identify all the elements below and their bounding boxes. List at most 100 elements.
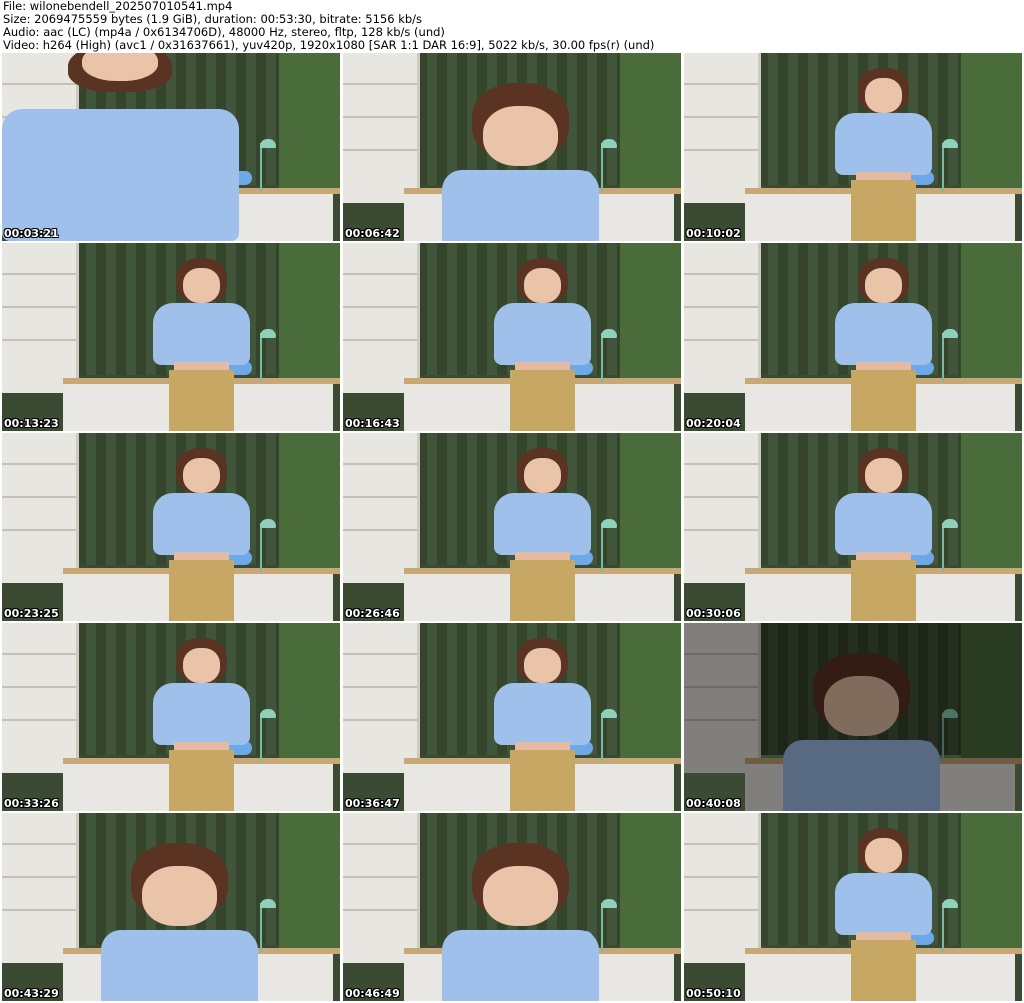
green-wall bbox=[620, 243, 681, 384]
video-frame-image bbox=[2, 53, 340, 241]
lamp-head bbox=[941, 139, 958, 149]
green-wall bbox=[279, 433, 340, 574]
green-wall bbox=[961, 243, 1022, 384]
green-wall bbox=[961, 623, 1022, 764]
person bbox=[826, 828, 941, 1001]
person bbox=[144, 638, 259, 811]
person bbox=[428, 832, 614, 1001]
video-frame-image bbox=[343, 243, 681, 431]
lamp bbox=[260, 143, 272, 193]
timestamp-label: 00:30:06 bbox=[686, 607, 741, 620]
thumbnail-frame[interactable]: 00:46:49 bbox=[343, 813, 681, 1001]
person bbox=[485, 448, 600, 621]
timestamp-label: 00:33:26 bbox=[4, 797, 59, 810]
timestamp-label: 00:16:43 bbox=[345, 417, 400, 430]
thumbnail-frame[interactable]: 00:43:29 bbox=[2, 813, 340, 1001]
thumbnail-frame[interactable]: 00:03:21 bbox=[2, 53, 340, 241]
video-frame-image bbox=[2, 623, 340, 811]
thumbnail-frame[interactable]: 00:13:23 bbox=[2, 243, 340, 431]
shelf bbox=[684, 53, 762, 204]
video-frame-image bbox=[684, 243, 1022, 431]
thumbnail-frame[interactable]: 00:10:02 bbox=[684, 53, 1022, 241]
shelf bbox=[684, 243, 762, 394]
lamp-head bbox=[600, 329, 617, 339]
shelf bbox=[684, 813, 762, 964]
video-frame-image bbox=[2, 433, 340, 621]
green-wall bbox=[961, 53, 1022, 194]
timestamp-label: 00:50:10 bbox=[686, 987, 741, 1000]
shelf bbox=[684, 623, 762, 774]
thumbnail-frame[interactable]: 00:23:25 bbox=[2, 433, 340, 621]
lamp bbox=[601, 713, 613, 763]
lamp-head bbox=[259, 709, 276, 719]
green-wall bbox=[279, 623, 340, 764]
thumbnail-frame[interactable]: 00:26:46 bbox=[343, 433, 681, 621]
shelf bbox=[343, 623, 421, 774]
video-frame-image bbox=[343, 623, 681, 811]
lamp bbox=[601, 523, 613, 573]
person bbox=[144, 448, 259, 621]
video-info-line: Video: h264 (High) (avc1 / 0x31637661), … bbox=[3, 39, 655, 52]
person bbox=[485, 258, 600, 431]
thumbnail-frame[interactable]: 00:20:04 bbox=[684, 243, 1022, 431]
timestamp-label: 00:26:46 bbox=[345, 607, 400, 620]
thumbnail-frame[interactable]: 00:33:26 bbox=[2, 623, 340, 811]
green-wall bbox=[620, 433, 681, 574]
timestamp-label: 00:46:49 bbox=[345, 987, 400, 1000]
video-frame-image bbox=[2, 243, 340, 431]
video-frame-image bbox=[343, 813, 681, 1001]
person bbox=[87, 832, 273, 1001]
video-frame-image bbox=[684, 53, 1022, 241]
person bbox=[428, 72, 614, 241]
file-info-header: File: wilonebendell_202507010541.mp4 Siz… bbox=[3, 0, 1021, 52]
lamp bbox=[942, 903, 954, 953]
person bbox=[826, 258, 941, 431]
video-frame-image bbox=[684, 623, 1022, 811]
shelf bbox=[343, 813, 421, 964]
shelf bbox=[343, 243, 421, 394]
green-wall bbox=[961, 433, 1022, 574]
lamp-head bbox=[259, 139, 276, 149]
lamp bbox=[601, 333, 613, 383]
person bbox=[769, 642, 955, 811]
green-wall bbox=[961, 813, 1022, 954]
green-wall bbox=[620, 53, 681, 194]
lamp-head bbox=[259, 329, 276, 339]
thumbnail-grid: 00:03:21 00:06:42 00:10:02 00:13:23 00:1… bbox=[2, 53, 1022, 1001]
shelf bbox=[2, 243, 80, 394]
green-wall bbox=[279, 243, 340, 384]
thumbnail-frame[interactable]: 00:06:42 bbox=[343, 53, 681, 241]
green-wall bbox=[620, 813, 681, 954]
timestamp-label: 00:40:08 bbox=[686, 797, 741, 810]
timestamp-label: 00:36:47 bbox=[345, 797, 400, 810]
timestamp-label: 00:20:04 bbox=[686, 417, 741, 430]
audio-info-line: Audio: aac (LC) (mp4a / 0x6134706D), 480… bbox=[3, 26, 445, 39]
thumbnail-frame[interactable]: 00:16:43 bbox=[343, 243, 681, 431]
shelf bbox=[2, 623, 80, 774]
lamp bbox=[260, 333, 272, 383]
person bbox=[826, 68, 941, 241]
person bbox=[2, 53, 239, 241]
person bbox=[144, 258, 259, 431]
lamp bbox=[942, 523, 954, 573]
shelf bbox=[684, 433, 762, 584]
lamp bbox=[260, 523, 272, 573]
video-frame-image bbox=[684, 813, 1022, 1001]
shelf bbox=[2, 433, 80, 584]
video-frame-image bbox=[343, 53, 681, 241]
green-wall bbox=[279, 53, 340, 194]
lamp bbox=[942, 143, 954, 193]
lamp-head bbox=[941, 329, 958, 339]
thumbnail-frame[interactable]: 00:40:08 bbox=[684, 623, 1022, 811]
timestamp-label: 00:10:02 bbox=[686, 227, 741, 240]
video-frame-image bbox=[684, 433, 1022, 621]
lamp-head bbox=[600, 519, 617, 529]
thumbnail-frame[interactable]: 00:36:47 bbox=[343, 623, 681, 811]
lamp-head bbox=[941, 899, 958, 909]
thumbnail-frame[interactable]: 00:30:06 bbox=[684, 433, 1022, 621]
lamp-head bbox=[941, 519, 958, 529]
person bbox=[485, 638, 600, 811]
lamp bbox=[942, 333, 954, 383]
lamp-head bbox=[259, 519, 276, 529]
thumbnail-frame[interactable]: 00:50:10 bbox=[684, 813, 1022, 1001]
